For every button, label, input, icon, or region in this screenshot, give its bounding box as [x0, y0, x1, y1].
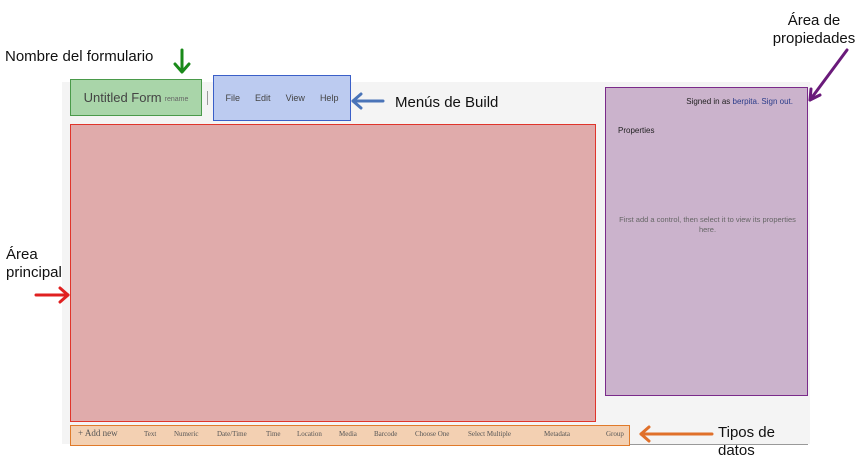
- orange-left-arrow-icon: [639, 425, 714, 443]
- red-right-arrow-icon: [34, 286, 70, 304]
- blue-left-arrow-icon: [351, 92, 385, 110]
- annotation-arrows: [34, 48, 849, 443]
- purple-diagonal-arrow-icon: [808, 48, 849, 102]
- green-down-arrow-icon: [173, 48, 191, 74]
